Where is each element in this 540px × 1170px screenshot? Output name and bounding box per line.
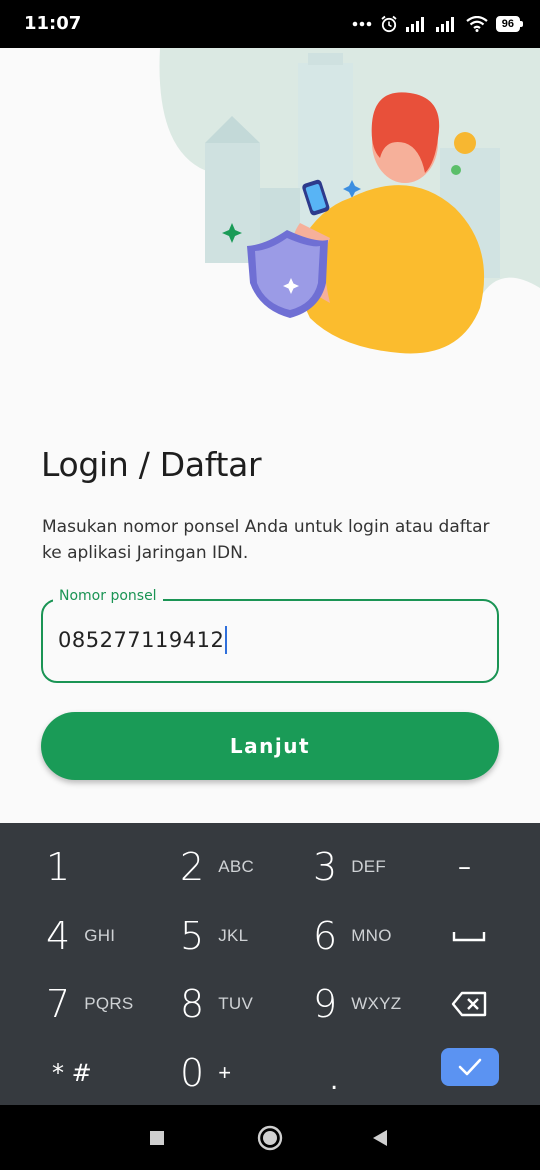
recents-square-icon [150, 1130, 164, 1145]
checkmark-icon [458, 1058, 482, 1076]
key-3[interactable]: 3 DEF [313, 833, 386, 901]
status-icons: 96 [352, 12, 524, 36]
minus-key[interactable]: – [458, 833, 471, 901]
security-illustration [159, 48, 540, 354]
signal-icon [435, 17, 454, 32]
key-0[interactable]: 0 + [180, 1039, 231, 1107]
key-8[interactable]: 8 TUV [180, 970, 253, 1038]
key-letters: JKL [218, 926, 249, 945]
backspace-icon [451, 991, 487, 1017]
dot-symbol: . [330, 1066, 339, 1096]
star-hash-symbol: * # [52, 1059, 92, 1087]
more-dots-icon [352, 21, 372, 27]
key-digit: 3 [313, 845, 338, 889]
key-letters: WXYZ [351, 994, 402, 1013]
key-letters: GHI [84, 926, 116, 945]
key-digit: 6 [313, 914, 338, 958]
key-7[interactable]: 7 PQRS [46, 970, 134, 1038]
key-letters: + [218, 1060, 232, 1085]
key-digit: 9 [313, 982, 338, 1026]
key-9[interactable]: 9 WXYZ [313, 970, 402, 1038]
key-digit: 5 [180, 914, 205, 958]
minus-symbol: – [458, 852, 471, 882]
wifi-icon [466, 16, 488, 32]
key-digit: 2 [180, 845, 205, 889]
done-key[interactable] [441, 1048, 499, 1086]
text-cursor [225, 626, 228, 654]
key-4[interactable]: 4 GHI [46, 902, 115, 970]
phone-input-value: 085277119412 [58, 628, 225, 652]
phone-field-label: Nomor ponsel [53, 588, 163, 604]
continue-button[interactable]: Lanjut [41, 712, 499, 780]
back-button[interactable] [350, 1105, 410, 1170]
recents-button[interactable] [127, 1105, 187, 1170]
status-bar: 11:07 96 [0, 0, 540, 48]
home-circle-icon [257, 1125, 283, 1150]
key-letters: ABC [218, 857, 255, 876]
key-digit: 8 [180, 982, 205, 1026]
key-digit: 1 [46, 845, 71, 889]
battery-icon: 96 [495, 16, 524, 32]
key-letters: TUV [218, 994, 254, 1013]
navigation-bar [0, 1105, 540, 1170]
alarm-icon [381, 15, 397, 33]
back-triangle-icon [373, 1129, 387, 1146]
status-time: 11:07 [24, 13, 82, 34]
key-digit: 0 [180, 1051, 205, 1095]
key-5[interactable]: 5 JKL [180, 902, 248, 970]
star-hash-key[interactable]: * # [52, 1039, 92, 1107]
key-2[interactable]: 2 ABC [180, 833, 254, 901]
login-screen: Login / Daftar Masukan nomor ponsel Anda… [0, 48, 540, 823]
space-key[interactable] [452, 902, 486, 970]
key-letters: PQRS [84, 994, 134, 1013]
numeric-keypad: 1 2 ABC 3 DEF – 4 GHI 5 JKL 6 MNO 7 PQRS… [0, 823, 540, 1105]
key-digit: 7 [46, 982, 71, 1026]
key-digit: 4 [46, 914, 71, 958]
home-button[interactable] [240, 1105, 300, 1170]
phone-number-field[interactable]: Nomor ponsel 085277119412 [41, 588, 499, 683]
key-letters: DEF [351, 857, 387, 876]
key-letters: MNO [351, 926, 392, 945]
phone-input[interactable]: 085277119412 [58, 626, 228, 654]
space-icon [452, 932, 486, 942]
backspace-key[interactable] [451, 970, 489, 1038]
signal-icon [405, 17, 424, 32]
page-title: Login / Daftar [41, 445, 262, 484]
key-6[interactable]: 6 MNO [313, 902, 392, 970]
page-subtitle: Masukan nomor ponsel Anda untuk login at… [42, 517, 490, 563]
key-1[interactable]: 1 [46, 833, 70, 901]
